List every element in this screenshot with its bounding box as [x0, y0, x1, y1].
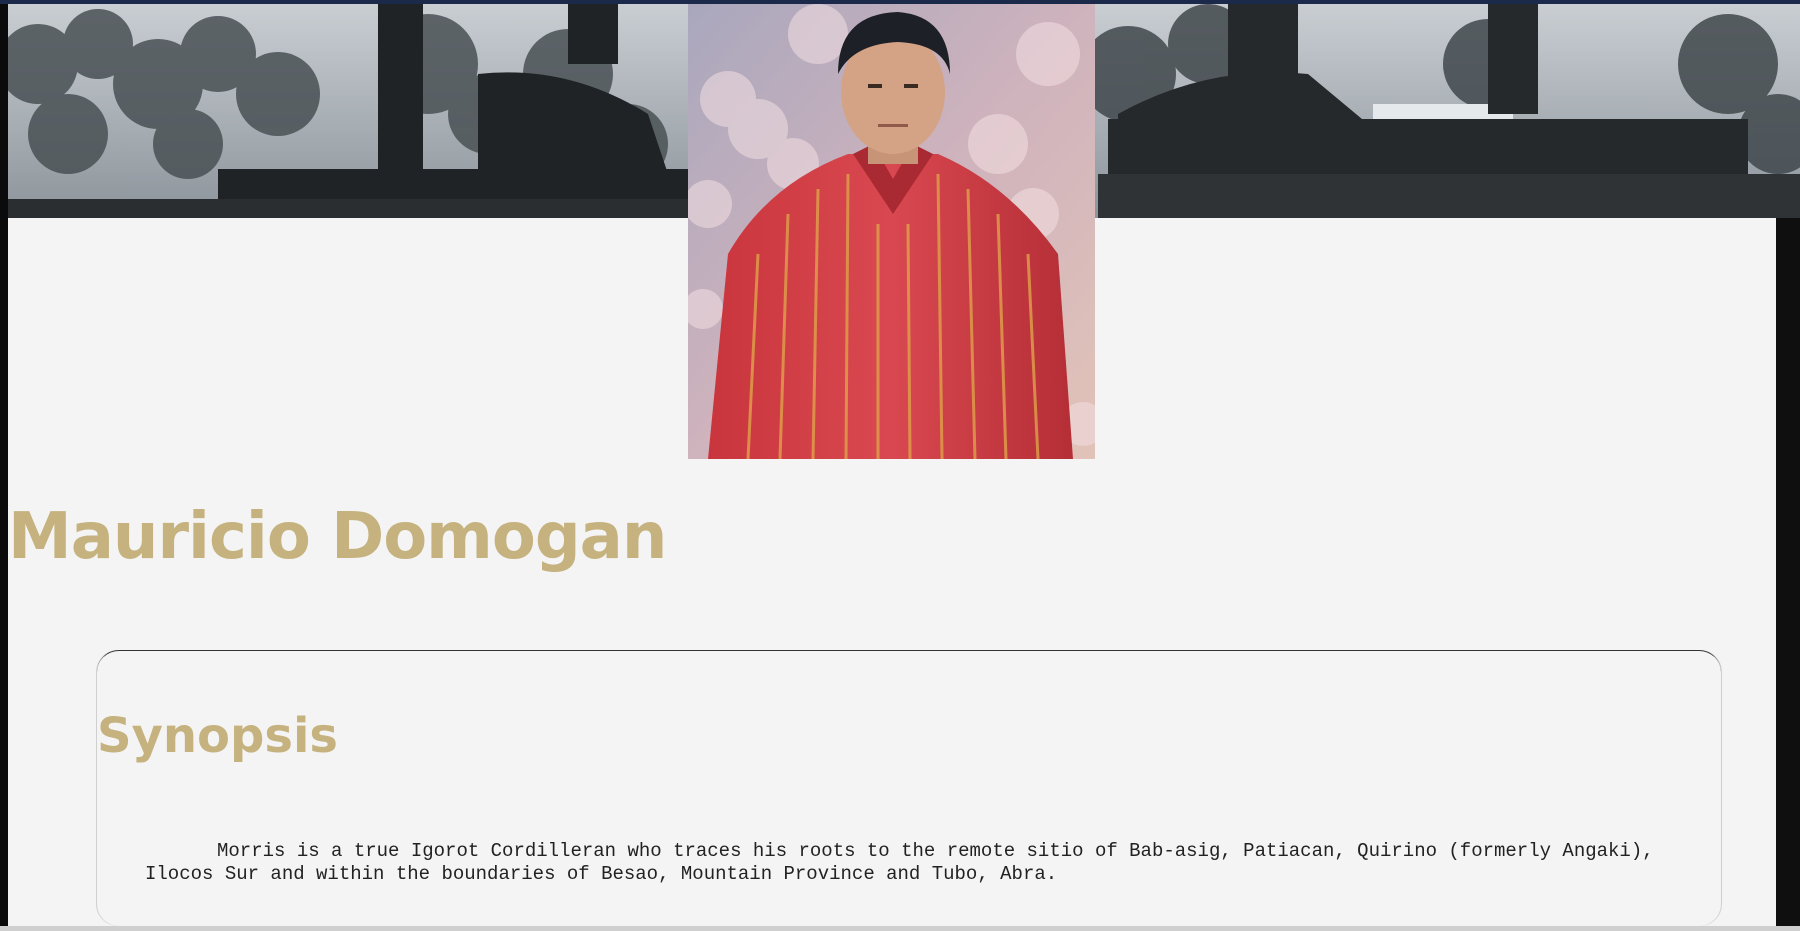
right-edge: [1776, 218, 1800, 931]
synopsis-heading: Synopsis: [97, 708, 338, 764]
synopsis-paragraph: Morris is a true Igorot Cordilleran who …: [145, 840, 1654, 885]
person-name-heading: Mauricio Domogan: [8, 500, 667, 574]
horizontal-scrollbar[interactable]: [0, 926, 1800, 931]
page-viewport: Mauricio Domogan Synopsis Morris is a tr…: [0, 0, 1800, 931]
person-portrait-icon: [688, 4, 1095, 459]
